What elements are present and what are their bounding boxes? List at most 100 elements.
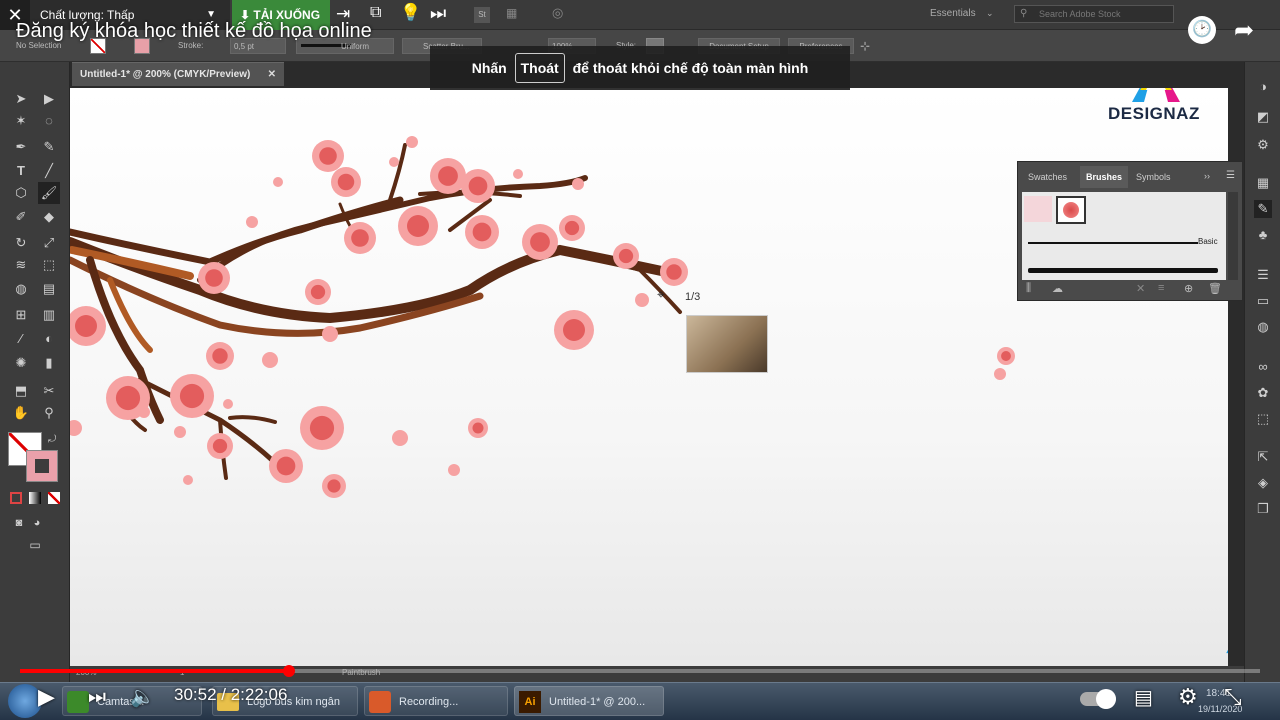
libraries-panel-icon[interactable]: ☁ [1052,282,1063,295]
progress-knob[interactable] [283,665,295,677]
panel-menu-icon[interactable]: ☰ [1226,170,1235,181]
image-trace-icon[interactable]: ⬚ [1254,410,1272,428]
graphic-styles-icon[interactable]: ✿ [1254,384,1272,402]
pen-tool-icon[interactable]: ✒ [12,138,30,156]
taskbar-item-recording[interactable]: Recording... [364,686,508,716]
draw-behind-icon[interactable]: ◕ [28,514,46,532]
hand-tool-icon[interactable]: ✋ [12,404,30,422]
selection-tool-icon[interactable]: ➤ [12,90,30,108]
line-tool-icon[interactable]: ╱ [40,162,58,180]
artboard-tool-icon[interactable]: ⬒ [12,382,30,400]
asset-export-icon[interactable]: ⇱ [1254,448,1272,466]
lightbulb-icon[interactable]: 💡 [400,3,421,23]
arrange-documents-icon[interactable]: ▦ [506,6,517,20]
watch-later-icon[interactable]: 🕑 [1188,16,1216,44]
blossom [262,352,278,368]
shape-tool-icon[interactable]: ⬡ [12,184,30,202]
swap-colors-icon[interactable]: ⤾ [48,434,56,445]
width-tool-icon[interactable]: ≋ [12,256,30,274]
free-transform-icon[interactable]: ⬚ [40,256,58,274]
shape-builder-icon[interactable]: ◍ [12,280,30,298]
document-tab[interactable]: Untitled-1* @ 200% (CMYK/Preview) ✕ [72,62,284,86]
blend-tool-icon[interactable]: ◐ [40,330,58,348]
transparency-icon[interactable]: ◍ [1254,318,1272,336]
tab-swatches[interactable]: Swatches [1022,166,1073,188]
brush-thumb-rose-selected[interactable] [1056,196,1086,224]
taskbar-item-illustrator[interactable]: Untitled-1* @ 200... Ai [514,686,664,716]
next-icon[interactable]: ⏭ [88,682,106,712]
screen-mode-icon[interactable]: ▭ [26,536,44,554]
curvature-tool-icon[interactable]: ✎ [40,138,58,156]
mesh-tool-icon[interactable]: ⊞ [12,306,30,324]
delete-brush-icon[interactable]: 🗑 [1208,282,1222,295]
draw-normal-icon[interactable]: ◙ [10,514,28,532]
brush-basic-line[interactable] [1028,242,1198,244]
play-icon[interactable]: ▶ [38,682,55,712]
align-icon[interactable]: ⊹ [860,38,870,54]
gradient-panel-icon[interactable]: ▭ [1254,292,1272,310]
tab-symbols[interactable]: Symbols [1130,166,1177,188]
tab-brushes[interactable]: Brushes [1080,166,1129,188]
swatches-icon[interactable]: ▦ [1254,174,1272,192]
logo-mark [1132,88,1180,102]
gpu-icon[interactable]: ◎ [552,5,563,21]
gradient-tool-icon[interactable]: ▥ [40,306,58,324]
paintbrush-tool-icon[interactable]: 🖌 [38,182,60,204]
blossom [322,326,338,342]
skip-next-icon[interactable]: ⏭ [430,3,446,24]
blossom [448,464,460,476]
blossom-center [438,166,458,186]
perspective-grid-icon[interactable]: ▤ [40,280,58,298]
remove-stroke-icon[interactable]: ✕ [1136,282,1145,295]
stock-search-box[interactable]: ⚲ Search Adobe Stock [1014,5,1174,23]
stroke-panel-icon[interactable]: ☰ [1254,266,1272,284]
brush-options-icon[interactable]: ≡ [1158,282,1164,294]
creative-cloud-icon[interactable]: ∞ [1254,358,1272,376]
blossom-center [666,264,682,280]
br-icon[interactable]: St [474,7,490,23]
shaper-tool-icon[interactable]: ✐ [12,208,30,226]
volume-icon[interactable]: 🔈 [130,682,155,712]
settings-icon[interactable]: ⚙ [1178,682,1198,712]
brush-libraries-icon[interactable]: ⫼ [1026,282,1031,295]
symbol-sprayer-icon[interactable]: ✺ [12,354,30,372]
artboards-icon[interactable]: ❐ [1254,500,1272,518]
brush-charcoal[interactable] [1028,268,1218,273]
panel-collapse-icon[interactable]: ›› [1204,171,1210,181]
eraser-tool-icon[interactable]: ◆ [40,208,58,226]
magic-wand-icon[interactable]: ✶ [12,112,30,130]
color-mode-icon[interactable] [10,492,22,504]
close-icon[interactable]: ✕ [268,63,276,87]
eyedropper-icon[interactable]: ⁄ [12,330,30,348]
symbols-icon[interactable]: ♣ [1254,226,1272,244]
start-button[interactable] [8,684,42,718]
rotate-tool-icon[interactable]: ↻ [12,234,30,252]
exit-fullscreen-icon[interactable]: ⤡ [1224,682,1242,712]
blossom-center [276,456,296,476]
color-guide-icon[interactable]: ◑ [1254,78,1272,96]
gradient-mode-icon[interactable] [29,492,41,504]
autoplay-toggle[interactable] [1080,689,1116,709]
lasso-icon[interactable]: ◌ [40,112,58,130]
document-tab-label: Untitled-1* @ 200% (CMYK/Preview) [80,69,251,80]
direct-selection-tool-icon[interactable]: ▶ [40,90,58,108]
workspace-switcher[interactable]: Essentials [930,8,976,19]
appearance-icon[interactable]: ⚙ [1254,136,1272,154]
properties-icon[interactable]: ◩ [1254,108,1272,126]
scale-tool-icon[interactable]: ⤢ [40,234,58,252]
none-mode-icon[interactable] [48,492,60,504]
brushes-icon[interactable]: ✎ [1254,200,1272,218]
new-brush-icon[interactable]: ⊕ [1184,282,1193,295]
zoom-tool-icon[interactable]: ⚲ [40,404,58,422]
captions-icon[interactable]: ▤ [1134,683,1153,713]
type-tool-icon[interactable]: T [12,162,30,180]
stroke-color-box[interactable] [26,450,58,482]
panel-scrollbar[interactable] [1228,192,1238,280]
brush-thumb-flowers[interactable] [1024,196,1052,222]
layers-icon[interactable]: ◈ [1254,474,1272,492]
share-icon[interactable]: ➦ [1234,16,1254,45]
stroke-inner [35,459,49,473]
slice-tool-icon[interactable]: ✂ [40,382,58,400]
search-input[interactable]: Search Adobe Stock [1039,9,1121,19]
graph-tool-icon[interactable]: ▮ [40,354,58,372]
